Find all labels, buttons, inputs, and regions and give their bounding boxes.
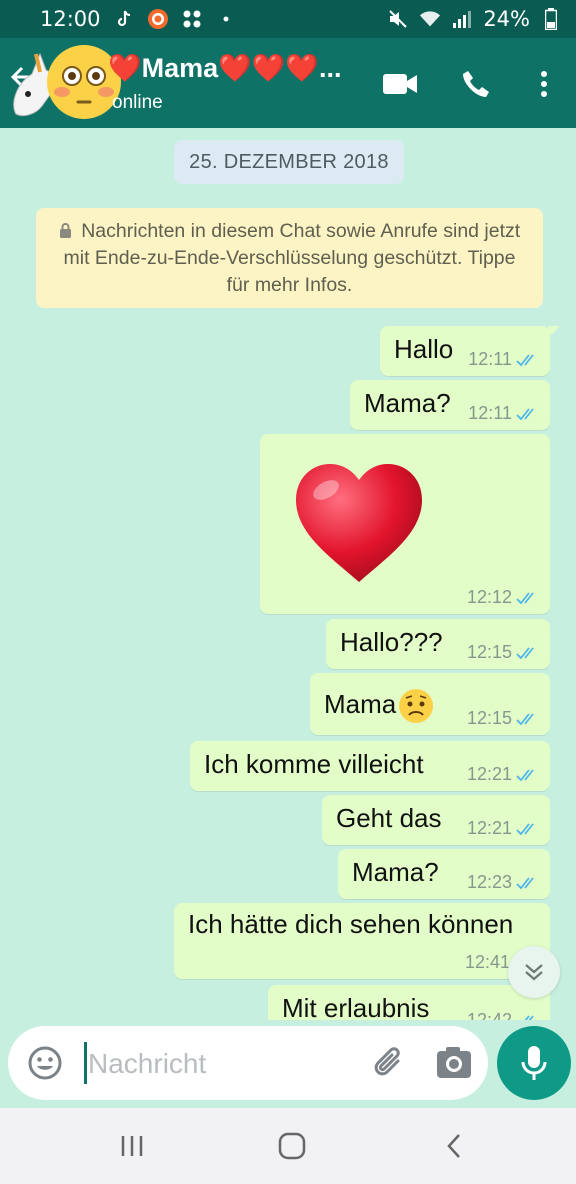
read-ticks-icon <box>524 1014 534 1020</box>
message-text: Hallo??? <box>340 627 443 657</box>
message-time: 12:11 <box>468 403 512 423</box>
read-ticks-icon <box>516 822 534 835</box>
message-meta: 12:11 <box>468 349 540 370</box>
paperclip-icon[interactable] <box>370 1044 408 1082</box>
bubble-tail <box>548 326 560 338</box>
message-meta: 12:42 <box>467 1010 540 1020</box>
read-ticks-icon <box>516 712 534 725</box>
message-text: Ich komme villeicht <box>204 749 424 779</box>
worried-face-emoji-icon <box>399 689 434 723</box>
signal-icon <box>451 8 473 30</box>
tiktok-icon <box>113 8 135 30</box>
message-bubble[interactable]: Mama? 12:23 <box>338 849 550 899</box>
message-text-content: Mama <box>324 688 397 719</box>
home-icon[interactable] <box>272 1128 312 1164</box>
system-nav-bar <box>0 1108 576 1184</box>
encryption-notice[interactable]: Nachrichten in diesem Chat sowie Anrufe … <box>36 208 543 308</box>
message-bubble[interactable]: Hallo??? 12:15 <box>326 619 550 669</box>
message-bubble[interactable]: 12:12 <box>260 434 550 614</box>
contact-name[interactable]: ❤️Mama❤️❤️❤️... <box>108 52 342 84</box>
message-time: 12:12 <box>466 587 512 607</box>
microphone-button[interactable] <box>497 1026 571 1100</box>
recent-apps-icon[interactable] <box>112 1128 152 1164</box>
encryption-notice-text: Nachrichten in diesem Chat sowie Anrufe … <box>63 220 521 296</box>
message-text: Geht das <box>336 803 442 833</box>
read-ticks-icon <box>516 407 534 420</box>
apps-icon <box>181 8 203 30</box>
message-input[interactable] <box>88 1044 358 1084</box>
status-bar: 12:00 24% <box>0 0 576 38</box>
message-bubble[interactable]: Ich komme villeicht 12:21 <box>190 741 550 791</box>
chat-area[interactable]: 25. DEZEMBER 2018 Nachrichten in diesem … <box>0 128 576 1020</box>
message-composer <box>8 1026 488 1100</box>
read-ticks-icon <box>516 353 534 366</box>
battery-percent: 24% <box>483 7 530 31</box>
message-meta: 12:21 <box>467 818 540 839</box>
message-bubble[interactable]: Mama? 12:11 <box>350 380 550 430</box>
message-text: Mama? <box>364 388 451 418</box>
double-chevron-down-icon <box>525 964 543 981</box>
message-meta: 12:21 <box>467 764 540 785</box>
message-time: 12:15 <box>466 708 512 728</box>
message-time: 12:21 <box>466 764 512 784</box>
video-call-icon[interactable] <box>380 64 420 104</box>
recorder-icon <box>147 8 169 30</box>
read-ticks-icon <box>516 646 534 659</box>
date-chip: 25. DEZEMBER 2018 <box>174 140 404 184</box>
mute-icon <box>387 8 409 30</box>
message-text: Mama? <box>352 857 439 887</box>
read-ticks-icon <box>516 876 534 889</box>
message-meta: 12:15 <box>467 708 540 729</box>
battery-icon <box>540 8 562 30</box>
message-text: Mama <box>324 687 435 725</box>
contact-status: online <box>112 92 163 113</box>
chat-header: ❤️Mama❤️❤️❤️... online <box>0 38 576 128</box>
read-ticks-icon <box>516 768 534 781</box>
message-time: 12:11 <box>468 349 512 369</box>
message-time: 12:23 <box>466 872 512 892</box>
red-heart-emoji-icon <box>296 464 422 582</box>
message-text: Ich hätte dich sehen können <box>188 909 514 939</box>
message-time: 12:41 <box>464 952 510 972</box>
status-time: 12:00 <box>40 7 101 31</box>
scroll-to-bottom-button[interactable] <box>508 946 560 998</box>
message-meta: 12:12 <box>467 587 540 608</box>
camera-icon[interactable] <box>434 1044 474 1082</box>
message-bubble[interactable]: Geht das 12:21 <box>322 795 550 845</box>
message-text: Hallo <box>394 334 454 364</box>
avatar[interactable] <box>6 42 121 134</box>
message-text: Mit erlaubnis <box>282 993 430 1020</box>
message-time: 12:21 <box>466 818 512 838</box>
phone-icon[interactable] <box>456 64 496 104</box>
more-options-icon[interactable] <box>524 64 564 104</box>
text-caret <box>84 1042 87 1084</box>
message-meta: 12:11 <box>468 403 540 424</box>
emoji-icon[interactable] <box>26 1044 64 1082</box>
message-meta: 12:41 <box>465 952 510 973</box>
message-time: 12:15 <box>466 642 512 662</box>
read-ticks-icon <box>516 591 534 604</box>
message-bubble[interactable]: Hallo 12:11 <box>380 326 560 376</box>
lock-icon <box>59 223 71 238</box>
message-bubble[interactable]: Mama 12:15 <box>310 673 550 735</box>
message-time: 12:42 <box>466 1010 512 1020</box>
microphone-icon <box>521 1046 547 1080</box>
message-bubble[interactable]: Mit erlaubnis 12:42 <box>268 985 550 1020</box>
message-meta: 12:23 <box>467 872 540 893</box>
wifi-icon <box>419 8 441 30</box>
message-bubble[interactable]: Ich hätte dich sehen können 12:41 <box>174 903 550 979</box>
message-meta: 12:15 <box>467 642 540 663</box>
back-nav-icon[interactable] <box>434 1128 474 1164</box>
dot-icon <box>215 8 237 30</box>
